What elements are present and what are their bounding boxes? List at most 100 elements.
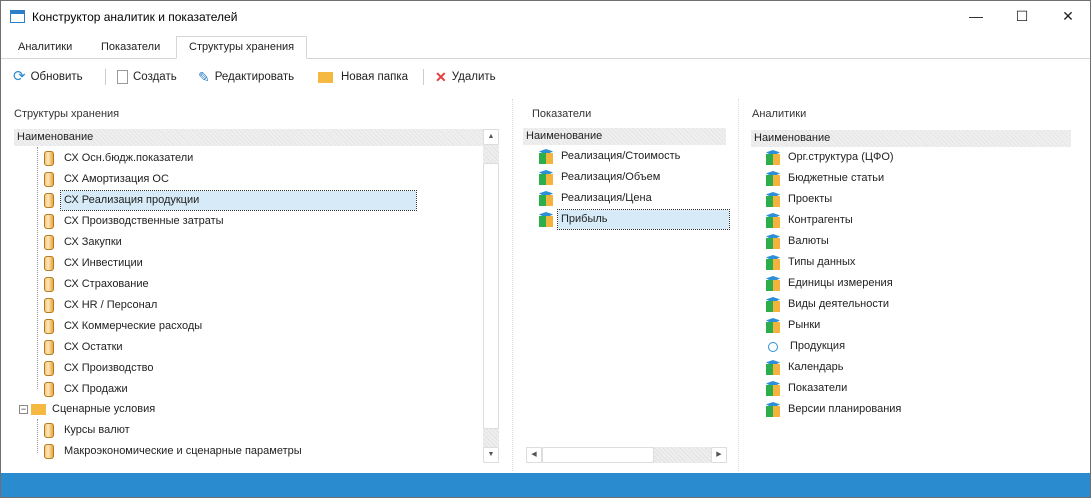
database-icon	[44, 319, 54, 334]
cube-icon	[538, 212, 554, 227]
list-item[interactable]: Календарь	[765, 358, 847, 377]
cube-icon	[765, 402, 781, 417]
window: Конструктор аналитик и показателей — ☐ ✕…	[0, 0, 1091, 498]
list-item-label: Прибыль	[557, 209, 730, 230]
scroll-right-button[interactable]: ▶	[711, 447, 727, 463]
cube-icon	[765, 150, 781, 165]
list-item-label: СХ Страхование	[64, 278, 149, 290]
indicators-horizontal-scrollbar[interactable]: ◀ ▶	[526, 447, 727, 463]
app-icon	[10, 10, 25, 23]
list-item[interactable]: СХ Продажи	[44, 380, 131, 399]
list-item[interactable]: СХ HR / Персонал	[44, 296, 160, 315]
list-item[interactable]: Валюты	[765, 232, 832, 251]
list-item[interactable]: СХ Страхование	[44, 275, 152, 294]
list-item-label: СХ Инвестиции	[64, 257, 143, 269]
analytics-column-header[interactable]: Наименование	[751, 130, 1071, 147]
list-item[interactable]: Реализация/Цена	[538, 189, 655, 208]
edit-label: Редактировать	[214, 71, 295, 83]
list-item[interactable]: Контрагенты	[765, 211, 856, 230]
list-item[interactable]: СХ Коммерческие расходы	[44, 317, 205, 336]
list-item-label: Версии планирования	[788, 403, 902, 415]
list-item[interactable]: СХ Остатки	[44, 338, 126, 357]
tab-storage-structures[interactable]: Структуры хранения	[176, 36, 308, 59]
cube-icon	[538, 170, 554, 185]
list-item-label: СХ Осн.бюдж.показатели	[64, 152, 194, 164]
list-item[interactable]: Единицы измерения	[765, 274, 896, 293]
list-item[interactable]: Показатели	[765, 379, 850, 398]
database-icon	[44, 277, 54, 292]
delete-button[interactable]: ✕ Удалить	[435, 69, 496, 85]
database-icon	[44, 340, 54, 355]
indicators-column-header[interactable]: Наименование	[523, 128, 726, 145]
list-item[interactable]: Версии планирования	[765, 400, 904, 419]
list-item-label: СХ Производство	[64, 362, 154, 374]
list-item-label: Контрагенты	[788, 214, 853, 226]
storage-column-header[interactable]: Наименование	[14, 129, 483, 146]
list-item[interactable]: − Сценарные условия	[19, 400, 158, 419]
cube-icon	[765, 381, 781, 396]
list-item-label: СХ Производственные затраты	[64, 215, 224, 227]
scroll-thumb[interactable]	[542, 447, 654, 463]
cube-icon	[765, 297, 781, 312]
list-item-label: Продукция	[790, 340, 846, 352]
delete-label: Удалить	[451, 71, 496, 83]
list-item[interactable]: Типы данных	[765, 253, 858, 272]
list-item[interactable]: Продукция	[765, 337, 848, 356]
list-item[interactable]: СХ Осн.бюдж.показатели	[44, 149, 196, 168]
storage-vertical-scrollbar[interactable]: ▲ ▼	[483, 129, 499, 463]
list-item[interactable]: Прибыль	[538, 209, 730, 230]
list-item-label: Рынки	[788, 319, 821, 331]
minimize-button[interactable]: —	[953, 1, 999, 33]
refresh-button[interactable]: ⟳ Обновить	[13, 69, 83, 85]
list-item[interactable]: Орг.структура (ЦФО)	[765, 148, 897, 167]
list-item[interactable]: СХ Инвестиции	[44, 254, 146, 273]
new-document-icon	[117, 70, 128, 84]
list-item[interactable]: Реализация/Стоимость	[538, 147, 683, 166]
list-item[interactable]: СХ Закупки	[44, 233, 125, 252]
list-item[interactable]: Рынки	[765, 316, 823, 335]
scroll-down-button[interactable]: ▼	[483, 447, 499, 463]
list-item-label: Реализация/Стоимость	[561, 150, 681, 162]
list-item[interactable]: Реализация/Объем	[538, 168, 663, 187]
list-item[interactable]: СХ Производственные затраты	[44, 212, 227, 231]
database-icon	[44, 235, 54, 250]
list-item-label: Макроэкономические и сценарные параметры	[64, 445, 302, 457]
tab-indicators[interactable]: Показатели	[89, 37, 172, 59]
list-item[interactable]: Проекты	[765, 190, 835, 209]
panel-divider[interactable]	[738, 99, 739, 471]
list-item[interactable]: Виды деятельности	[765, 295, 892, 314]
analytics-panel-title: Аналитики	[752, 108, 807, 120]
title-bar: Конструктор аналитик и показателей — ☐ ✕	[1, 1, 1090, 33]
scroll-thumb[interactable]	[483, 163, 499, 429]
list-item-label: Орг.структура (ЦФО)	[788, 151, 894, 163]
new-folder-label: Новая папка	[341, 71, 409, 83]
folder-icon	[31, 404, 46, 415]
database-icon	[44, 193, 54, 208]
list-item[interactable]: СХ Производство	[44, 359, 156, 378]
database-icon	[44, 444, 54, 459]
cube-icon	[765, 192, 781, 207]
tab-bar: Аналитики Показатели Структуры хранения	[1, 35, 1090, 59]
window-title: Конструктор аналитик и показателей	[32, 10, 238, 24]
list-item-label: Реализация/Цена	[561, 192, 652, 204]
maximize-button[interactable]: ☐	[999, 1, 1045, 33]
scroll-up-button[interactable]: ▲	[483, 129, 499, 145]
list-item[interactable]: Макроэкономические и сценарные параметры	[44, 442, 305, 461]
list-item[interactable]: СХ Амортизация ОС	[44, 170, 172, 189]
list-item-label: Валюты	[788, 235, 829, 247]
list-item[interactable]: Курсы валют	[44, 421, 133, 440]
create-button[interactable]: Создать	[117, 69, 177, 85]
panel-divider[interactable]	[512, 99, 513, 471]
list-item-label: Типы данных	[788, 256, 856, 268]
edit-button[interactable]: ✎ Редактировать	[198, 69, 294, 85]
list-item-label: Сценарные условия	[52, 403, 156, 415]
list-item-label: Календарь	[788, 361, 844, 373]
close-button[interactable]: ✕	[1045, 1, 1091, 33]
toolbar-separator	[105, 69, 106, 85]
scroll-left-button[interactable]: ◀	[526, 447, 542, 463]
list-item-label: СХ Остатки	[64, 341, 123, 353]
list-item[interactable]: Бюджетные статьи	[765, 169, 887, 188]
new-folder-button[interactable]: Новая папка	[318, 69, 408, 85]
tab-analytics[interactable]: Аналитики	[6, 37, 84, 59]
list-item[interactable]: СХ Реализация продукции	[44, 190, 417, 211]
